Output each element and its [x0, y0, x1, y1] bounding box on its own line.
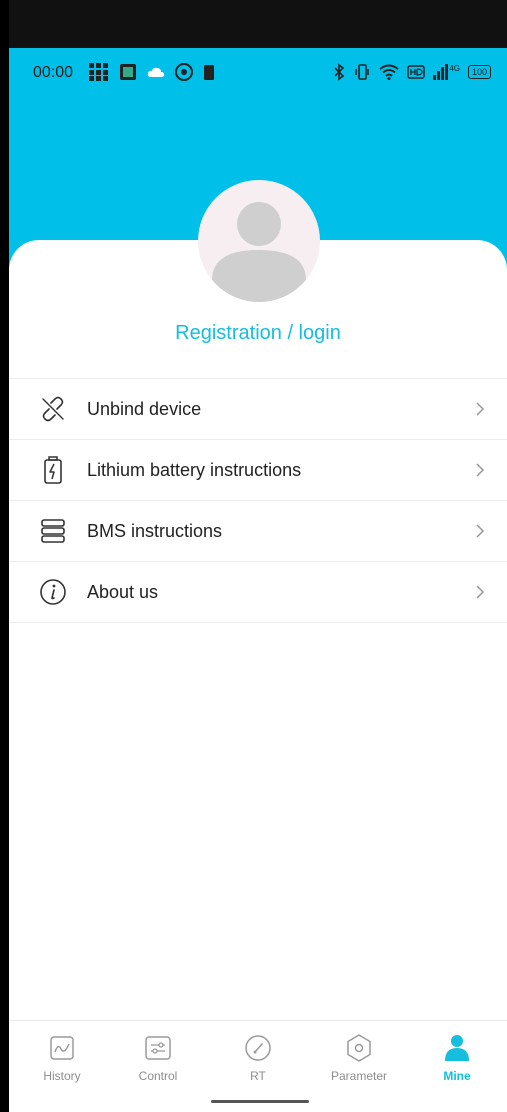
menu-item-unbind-device[interactable]: Unbind device — [9, 378, 507, 439]
gauge-icon — [245, 1035, 271, 1061]
battery-level: 100 — [471, 67, 487, 77]
menu-item-bms-instructions[interactable]: BMS instructions — [9, 500, 507, 561]
sliders-icon — [145, 1036, 171, 1060]
menu-item-label: Unbind device — [87, 398, 202, 419]
target-icon — [175, 63, 193, 81]
profile-card — [9, 240, 507, 1020]
grid-icon — [89, 63, 108, 81]
network-type: 4G — [449, 64, 460, 73]
tab-label: Parameter — [330, 1069, 388, 1083]
user-avatar-icon — [212, 202, 306, 302]
vibrate-icon — [355, 64, 370, 80]
menu-item-lithium-battery-instructions[interactable]: Lithium battery instructions — [9, 439, 507, 500]
battery-indicator: 100 — [467, 65, 491, 79]
tab-control[interactable]: Control — [113, 1033, 203, 1083]
phone-screen: 00:00 4G 100 Registration / login Unbind… — [9, 0, 507, 1112]
unlink-icon — [42, 396, 64, 422]
cloud-icon — [147, 67, 165, 77]
tab-parameter[interactable]: Parameter — [314, 1033, 404, 1083]
hexagon-icon — [347, 1034, 371, 1062]
chevron-right-icon — [476, 402, 485, 416]
chevron-right-icon — [476, 585, 485, 599]
tab-label: Control — [138, 1069, 178, 1083]
signal-icon: 4G — [433, 64, 460, 80]
tab-mine[interactable]: Mine — [412, 1033, 502, 1083]
status-right-icons: 4G 100 — [333, 62, 491, 82]
status-bar: 00:00 4G 100 — [9, 48, 507, 96]
menu-item-label: Lithium battery instructions — [87, 459, 302, 480]
menu-item-label: BMS instructions — [87, 520, 223, 541]
server-icon — [41, 519, 65, 543]
tab-history[interactable]: History — [17, 1033, 107, 1083]
top-black-bar — [9, 0, 507, 48]
menu-item-label: About us — [87, 581, 159, 602]
battery-icon — [44, 456, 62, 484]
chart-icon — [50, 1036, 74, 1060]
tab-label: RT — [250, 1069, 266, 1083]
settings-menu: Unbind device Lithium battery instructio… — [9, 378, 507, 623]
app-icon — [120, 64, 136, 80]
sim-icon — [204, 65, 214, 80]
login-link[interactable]: Registration / login — [9, 322, 507, 345]
tab-label: History — [43, 1069, 81, 1083]
info-icon — [40, 579, 66, 605]
home-indicator — [211, 1100, 309, 1103]
chevron-right-icon — [476, 524, 485, 538]
avatar[interactable] — [198, 180, 320, 302]
tab-label: Mine — [443, 1069, 471, 1083]
status-left-icons — [89, 62, 215, 82]
hd-icon — [407, 65, 426, 79]
bottom-tab-bar: History Control RT Parameter Mine — [9, 1020, 507, 1112]
tab-rt[interactable]: RT — [213, 1033, 303, 1083]
chevron-right-icon — [476, 463, 485, 477]
user-icon — [445, 1035, 469, 1061]
menu-item-about-us[interactable]: About us — [9, 561, 507, 623]
bluetooth-icon — [334, 63, 345, 81]
status-time: 00:00 — [33, 64, 74, 81]
wifi-icon — [379, 64, 399, 80]
